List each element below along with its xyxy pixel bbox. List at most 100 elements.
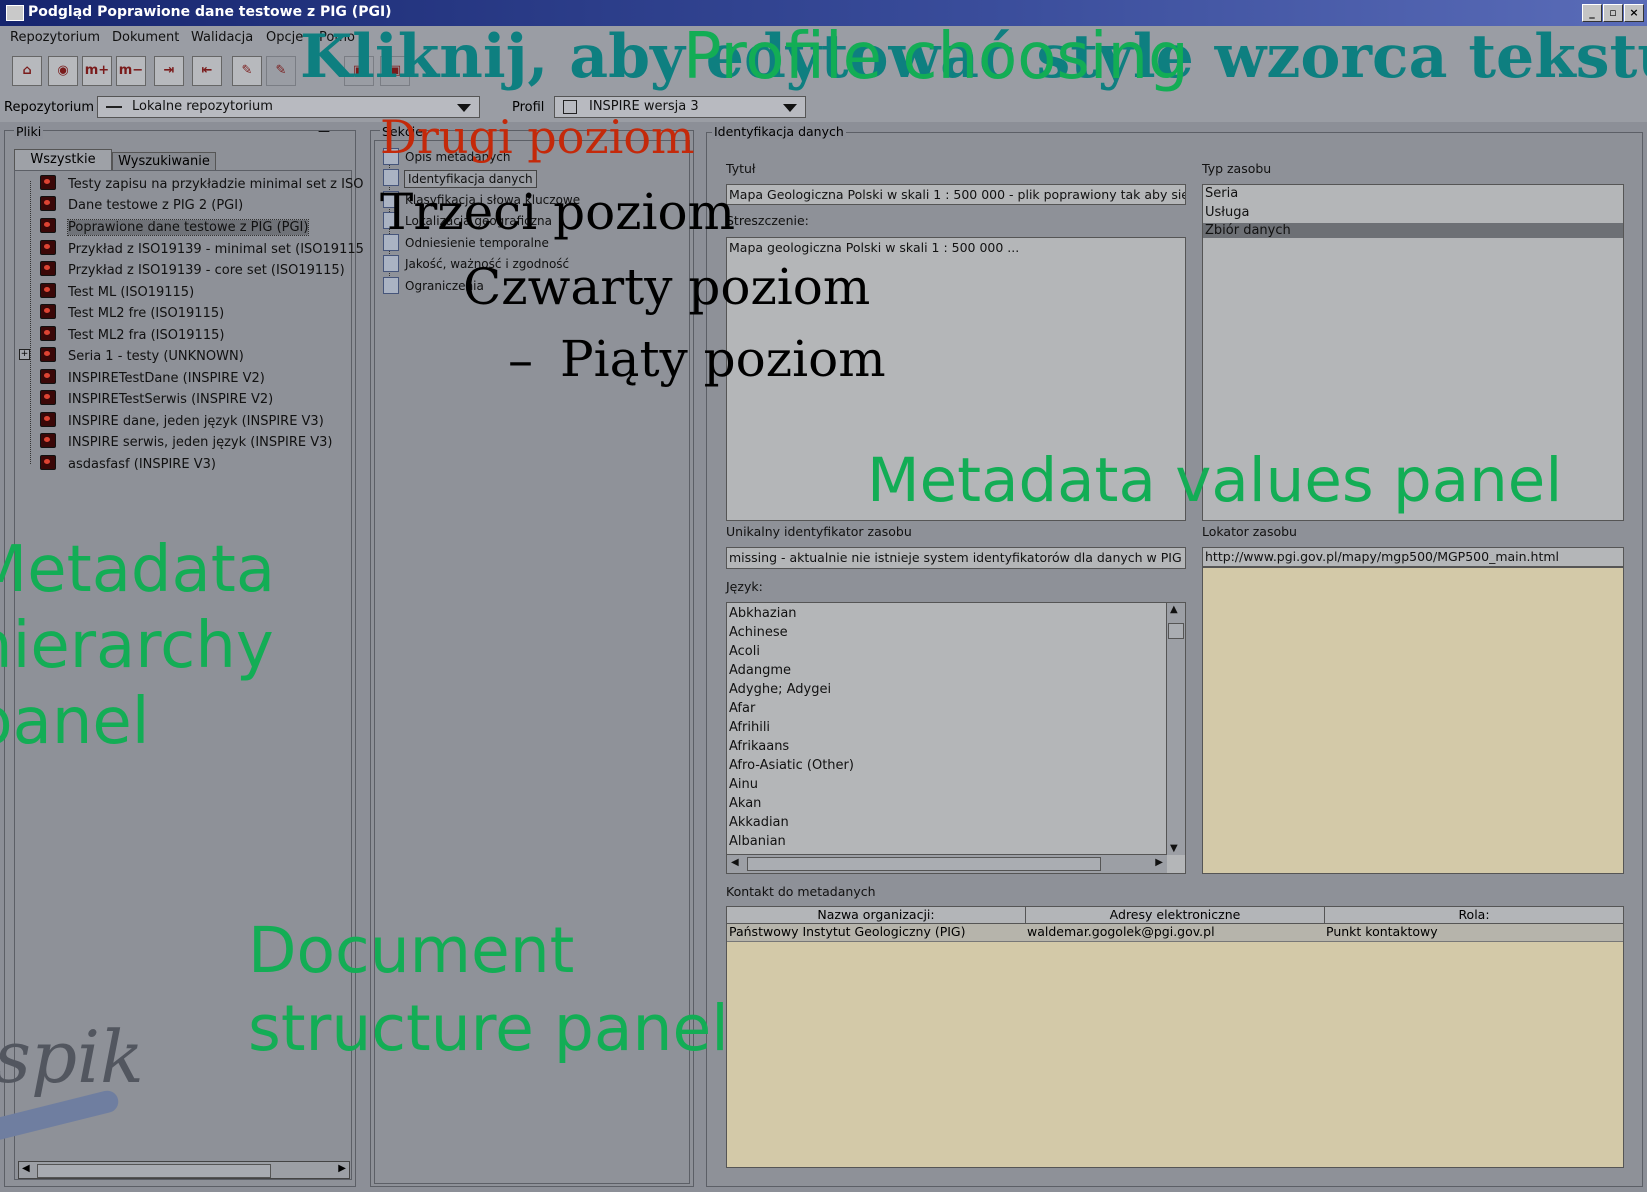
label-hierarchy-line1: Metadata <box>0 533 276 607</box>
contact-header-role[interactable]: Rola: <box>1325 907 1623 924</box>
list-item[interactable]: Akkadian <box>729 815 789 830</box>
list-item[interactable]: Seria <box>1205 186 1238 201</box>
scroll-thumb[interactable] <box>1168 623 1184 639</box>
resource-type-label: Typ zasobu <box>1202 161 1272 176</box>
geoportal-logo: spik <box>0 1015 140 1165</box>
table-row[interactable]: Państwowy Instytut Geologiczny (PIG) wal… <box>727 924 1623 942</box>
arrow-left-icon[interactable]: ◀ <box>731 857 739 868</box>
tree-item[interactable]: Testy zapisu na przykładzie minimal set … <box>40 175 363 192</box>
export-icon[interactable]: ⇤ <box>192 56 222 86</box>
add-metadata-icon[interactable]: m+ <box>82 56 112 86</box>
tree-item[interactable]: Test ML2 fra (ISO19115) <box>40 326 224 343</box>
list-item[interactable]: Afro-Asiatic (Other) <box>729 758 854 773</box>
list-item[interactable]: Akan <box>729 796 761 811</box>
maximize-button[interactable]: ▫ <box>1603 4 1623 22</box>
arrow-right-icon[interactable]: ▶ <box>1155 857 1163 868</box>
uid-input[interactable]: missing - aktualnie nie istnieje system … <box>726 547 1186 569</box>
repository-icon <box>106 106 122 108</box>
arrow-down-icon[interactable]: ▼ <box>1170 843 1178 854</box>
home-icon[interactable]: ⌂ <box>12 56 42 86</box>
document-icon <box>40 433 56 448</box>
logo-text: spik <box>0 1015 140 1099</box>
document-icon <box>40 196 56 211</box>
document-icon <box>40 304 56 319</box>
arrow-right-icon[interactable]: ▶ <box>338 1163 346 1174</box>
contact-header-email[interactable]: Adresy elektroniczne <box>1026 907 1325 924</box>
files-panel-title: Pliki <box>14 124 44 139</box>
scroll-thumb[interactable] <box>747 857 1101 871</box>
document-icon <box>40 347 56 362</box>
document-icon <box>40 326 56 341</box>
collapse-icon[interactable]: — <box>318 124 330 138</box>
import-icon[interactable]: ⇥ <box>154 56 184 86</box>
menu-dokument[interactable]: Dokument <box>112 30 179 45</box>
tree-item[interactable]: INSPIRE dane, jeden język (INSPIRE V3) <box>40 412 324 429</box>
tree-item[interactable]: INSPIRETestSerwis (INSPIRE V2) <box>40 390 273 407</box>
list-item[interactable]: Ainu <box>729 777 758 792</box>
document-icon <box>40 369 56 384</box>
tree-item[interactable]: Przykład z ISO19139 - core set (ISO19115… <box>40 261 345 278</box>
tab-wyszukiwanie[interactable]: Wyszukiwanie <box>112 152 216 171</box>
tree-item[interactable]: asdasfasf (INSPIRE V3) <box>40 455 216 472</box>
list-item[interactable]: Abkhazian <box>729 606 797 621</box>
document-icon <box>40 261 56 276</box>
list-item-selected[interactable]: Zbiór danych <box>1203 223 1623 238</box>
locator-list[interactable] <box>1202 567 1624 874</box>
label-metadata-values-panel: Metadata values panel <box>867 445 1563 516</box>
contact-org-cell: Państwowy Instytut Geologiczny (PIG) <box>729 924 966 939</box>
slide-level3: Trzeci poziom <box>380 183 736 241</box>
locator-input[interactable]: http://www.pgi.gov.pl/mapy/mgp500/MGP500… <box>1202 547 1624 567</box>
remove-metadata-icon[interactable]: m− <box>116 56 146 86</box>
menu-opcje[interactable]: Opcje <box>266 30 303 45</box>
list-item[interactable]: Adyghe; Adygei <box>729 682 831 697</box>
slide-level5-bullet: – <box>508 331 533 389</box>
language-vscrollbar[interactable]: ▲ ▼ <box>1166 603 1185 855</box>
validate-icon[interactable]: ✎ <box>232 56 262 86</box>
tree-item[interactable]: INSPIRETestDane (INSPIRE V2) <box>40 369 265 386</box>
chevron-down-icon <box>783 104 797 112</box>
tree-item[interactable]: Seria 1 - testy (UNKNOWN) <box>40 347 244 364</box>
contact-header-org[interactable]: Nazwa organizacji: <box>727 907 1026 924</box>
window-title: Podgląd Poprawione dane testowe z PIG (P… <box>28 4 392 20</box>
list-item[interactable]: Adangme <box>729 663 791 678</box>
tree-item[interactable]: Dane testowe z PIG 2 (PGI) <box>40 196 243 213</box>
tree-item[interactable]: INSPIRE serwis, jeden język (INSPIRE V3) <box>40 433 332 450</box>
close-button[interactable]: × <box>1624 4 1644 22</box>
menu-walidacja[interactable]: Walidacja <box>191 30 253 45</box>
tab-wszystkie[interactable]: Wszystkie <box>14 149 112 171</box>
contact-table: Nazwa organizacji: Adresy elektroniczne … <box>726 906 1624 1168</box>
record-icon[interactable]: ◉ <box>48 56 78 86</box>
scroll-thumb[interactable] <box>37 1164 271 1178</box>
tree-item-selected[interactable]: Poprawione dane testowe z PIG (PGI) <box>40 218 310 236</box>
expand-icon[interactable]: + <box>19 349 30 360</box>
document-icon <box>40 283 56 298</box>
label-document-structure: Document structure panel <box>248 912 729 1068</box>
tree-item[interactable]: Przykład z ISO19139 - minimal set (ISO19… <box>40 240 364 257</box>
contact-label: Kontakt do metadanych <box>726 884 876 899</box>
minimize-button[interactable]: _ <box>1582 4 1602 22</box>
list-item[interactable]: Afar <box>729 701 755 716</box>
tree-item[interactable]: Test ML (ISO19115) <box>40 283 194 300</box>
language-list[interactable]: Abkhazian Achinese Acoli Adangme Adyghe;… <box>726 602 1186 874</box>
document-icon <box>40 412 56 427</box>
label-docstruct-line2: structure panel <box>248 992 729 1065</box>
list-item[interactable]: Afrikaans <box>729 739 789 754</box>
document-icon <box>40 390 56 405</box>
page-icon <box>383 277 399 294</box>
language-hscrollbar[interactable]: ◀ ▶ <box>727 854 1167 873</box>
label-docstruct-line1: Document <box>248 914 575 987</box>
slide-level5: Piąty poziom <box>560 330 886 388</box>
list-item[interactable]: Usługa <box>1205 205 1249 220</box>
menu-repozytorium[interactable]: Repozytorium <box>10 30 100 45</box>
list-item[interactable]: Afrihili <box>729 720 770 735</box>
contact-role-cell: Punkt kontaktowy <box>1326 924 1438 939</box>
edit-icon[interactable]: ✎ <box>266 56 296 86</box>
title-input[interactable]: Mapa Geologiczna Polski w skali 1 : 500 … <box>726 184 1186 205</box>
arrow-up-icon[interactable]: ▲ <box>1170 604 1178 615</box>
list-item[interactable]: Achinese <box>729 625 788 640</box>
label-metadata-hierarchy: Metadata hierarchy panel <box>0 532 275 760</box>
uid-label: Unikalny identyfikator zasobu <box>726 524 912 539</box>
list-item[interactable]: Acoli <box>729 644 760 659</box>
list-item[interactable]: Albanian <box>729 834 786 849</box>
tree-item[interactable]: Test ML2 fre (ISO19115) <box>40 304 224 321</box>
